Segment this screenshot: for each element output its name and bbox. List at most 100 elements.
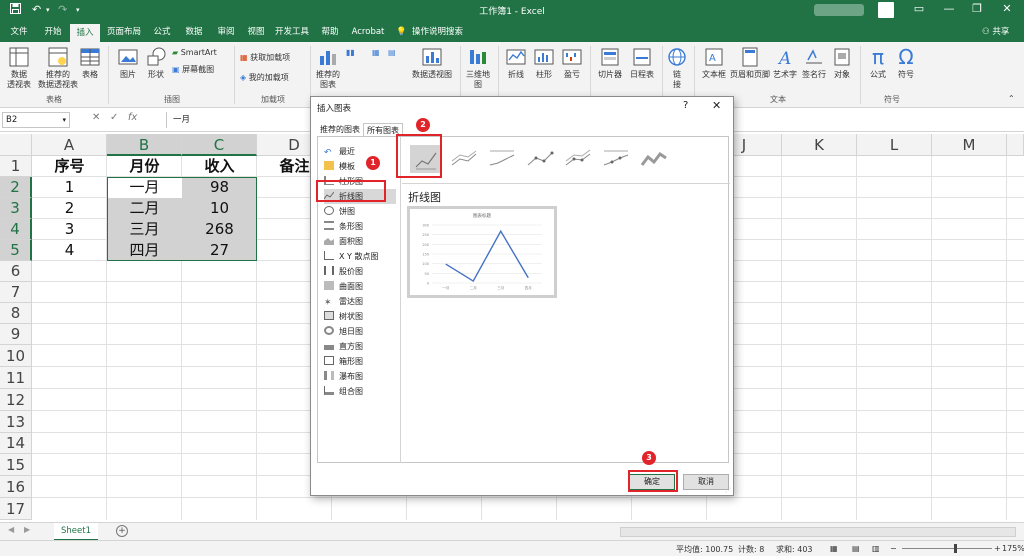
tab-developer[interactable]: 开发工具 xyxy=(272,22,312,42)
cell-a4[interactable]: 3 xyxy=(32,219,107,240)
sparkline-line-button[interactable]: 折线 xyxy=(502,46,530,80)
chart-type-treemap[interactable]: 树状图 xyxy=(324,309,396,324)
row-header-4[interactable]: 4 xyxy=(0,219,32,240)
close-icon[interactable]: ✕ xyxy=(712,99,721,112)
slicer-button[interactable]: 切片器 xyxy=(594,46,626,80)
chart-type-sunburst[interactable]: 旭日图 xyxy=(324,324,396,339)
chart-type-radar[interactable]: ✶ 雷达图 xyxy=(324,294,396,309)
pivot-chart-button[interactable]: 数据透视图 xyxy=(408,46,456,80)
tell-me-search[interactable]: 操作说明搜索 xyxy=(412,22,482,42)
sparkline-winloss-button[interactable]: 盈亏 xyxy=(558,46,586,80)
chart-type-pie[interactable]: 饼图 xyxy=(324,204,396,219)
row-header-8[interactable]: 8 xyxy=(0,303,32,324)
timeline-button[interactable]: 日程表 xyxy=(626,46,658,80)
tab-formulas[interactable]: 公式 xyxy=(148,22,176,42)
chart-type-surface[interactable]: 曲面图 xyxy=(324,279,396,294)
row-header-12[interactable]: 12 xyxy=(0,389,32,411)
row-header-15[interactable]: 15 xyxy=(0,454,32,476)
cell-a3[interactable]: 2 xyxy=(32,198,107,219)
subtype-stacked-markers[interactable] xyxy=(562,145,594,173)
recommended-charts-button[interactable]: 推荐的 图表 xyxy=(312,46,344,90)
waterfall-chart-icon[interactable]: ▤ xyxy=(388,48,396,57)
zoom-in-icon[interactable]: + xyxy=(994,544,1001,553)
subtype-100-markers[interactable] xyxy=(600,145,632,173)
subtype-3d-line[interactable] xyxy=(638,145,670,173)
row-header-16[interactable]: 16 xyxy=(0,476,32,498)
column-header-m[interactable]: M xyxy=(932,134,1007,156)
row-header-3[interactable]: 3 xyxy=(0,198,32,219)
shapes-button[interactable]: 形状 xyxy=(142,46,170,80)
smartart-button[interactable]: ▰ SmartArt xyxy=(172,48,217,57)
equation-button[interactable]: π 公式 xyxy=(864,46,892,80)
cancel-button[interactable]: 取消 xyxy=(683,474,729,490)
table-button[interactable]: 表格 xyxy=(78,46,102,80)
insert-function-icon[interactable]: fx xyxy=(128,112,137,123)
zoom-level[interactable]: 175% xyxy=(1002,544,1024,553)
row-header-14[interactable]: 14 xyxy=(0,433,32,454)
page-break-view-icon[interactable]: ▥ xyxy=(872,544,880,553)
row-header-7[interactable]: 7 xyxy=(0,282,32,303)
pivot-table-button[interactable]: 数据 透视表 xyxy=(4,46,34,90)
name-box[interactable]: B2 ▾ xyxy=(2,112,70,128)
collapse-ribbon-icon[interactable]: ⌃ xyxy=(1008,94,1015,103)
column-header-b[interactable]: B xyxy=(107,134,182,156)
tab-page-layout[interactable]: 页面布局 xyxy=(104,22,144,42)
chart-type-templates[interactable]: 模板 xyxy=(324,159,396,174)
help-icon[interactable]: ? xyxy=(683,100,688,111)
subtype-stacked-line[interactable] xyxy=(448,145,480,173)
zoom-slider-thumb[interactable] xyxy=(954,544,957,553)
cell-c1[interactable]: 收入 xyxy=(182,156,257,177)
chart-type-scatter[interactable]: X Y 散点图 xyxy=(324,249,396,264)
column-chart-icon[interactable]: ▮▮ xyxy=(346,48,355,57)
signature-line-button[interactable]: 签名行 xyxy=(800,46,828,80)
chart-type-area[interactable]: 面积图 xyxy=(324,234,396,249)
symbol-button[interactable]: Ω 符号 xyxy=(892,46,920,80)
chart-type-histogram[interactable]: 直方图 xyxy=(324,339,396,354)
restore-icon[interactable]: ❐ xyxy=(962,2,992,15)
picture-button[interactable]: 图片 xyxy=(114,46,142,80)
tab-review[interactable]: 审阅 xyxy=(212,22,240,42)
row-header-11[interactable]: 11 xyxy=(0,367,32,389)
close-icon[interactable]: ✕ xyxy=(992,2,1022,15)
cell-a1[interactable]: 序号 xyxy=(32,156,107,177)
tab-insert[interactable]: 插入 xyxy=(70,24,100,42)
object-button[interactable]: 对象 xyxy=(828,46,856,80)
row-header-13[interactable]: 13 xyxy=(0,411,32,433)
column-header-a[interactable]: A xyxy=(32,134,107,156)
row-header-2[interactable]: 2 xyxy=(0,177,32,198)
my-addins-button[interactable]: ◈ 我的加载项 xyxy=(240,72,289,83)
cell-a2[interactable]: 1 xyxy=(32,177,107,198)
resize-grip-icon[interactable]: ⋰ xyxy=(725,487,731,494)
tab-view[interactable]: 视图 xyxy=(242,22,270,42)
chart-type-waterfall[interactable]: 瀑布图 xyxy=(324,369,396,384)
chart-type-recent[interactable]: ↶ 最近 xyxy=(324,144,396,159)
page-layout-view-icon[interactable]: ▤ xyxy=(852,544,860,553)
chart-type-box[interactable]: 箱形图 xyxy=(324,354,396,369)
chart-type-stock[interactable]: 股价图 xyxy=(324,264,396,279)
zoom-slider[interactable] xyxy=(902,548,992,549)
tab-home[interactable]: 开始 xyxy=(38,22,68,42)
tab-acrobat[interactable]: Acrobat xyxy=(348,22,388,42)
cell-b1[interactable]: 月份 xyxy=(107,156,182,177)
add-sheet-icon[interactable]: + xyxy=(116,525,128,537)
row-header-5[interactable]: 5 xyxy=(0,240,32,261)
column-header-k[interactable]: K xyxy=(782,134,857,156)
tab-file[interactable]: 文件 xyxy=(4,22,34,42)
confirm-icon[interactable]: ✓ xyxy=(110,112,118,123)
horizontal-scrollbar[interactable] xyxy=(620,527,1016,537)
subtype-100-line[interactable] xyxy=(486,145,518,173)
ribbon-display-icon[interactable]: ▭ xyxy=(904,2,934,15)
chart-preview[interactable]: 图表标题 0 50 100 150 200 250 300 一月 二月 三月 四月 xyxy=(407,206,557,298)
row-header-6[interactable]: 6 xyxy=(0,261,32,282)
column-header-n[interactable] xyxy=(1007,134,1024,156)
tab-help[interactable]: 帮助 xyxy=(316,22,344,42)
column-header-l[interactable]: L xyxy=(857,134,932,156)
wordart-button[interactable]: A 艺术字 xyxy=(770,46,800,80)
normal-view-icon[interactable]: ▦ xyxy=(830,544,838,553)
row-header-10[interactable]: 10 xyxy=(0,345,32,367)
prev-sheet-icon[interactable]: ◀ xyxy=(8,525,14,534)
hierarchy-chart-icon[interactable]: ▦ xyxy=(372,48,380,57)
share-button[interactable]: ⚇ 共享 xyxy=(982,22,1009,42)
row-header-1[interactable]: 1 xyxy=(0,156,32,177)
recommended-pivot-button[interactable]: 推荐的 数据透视表 xyxy=(38,46,78,90)
